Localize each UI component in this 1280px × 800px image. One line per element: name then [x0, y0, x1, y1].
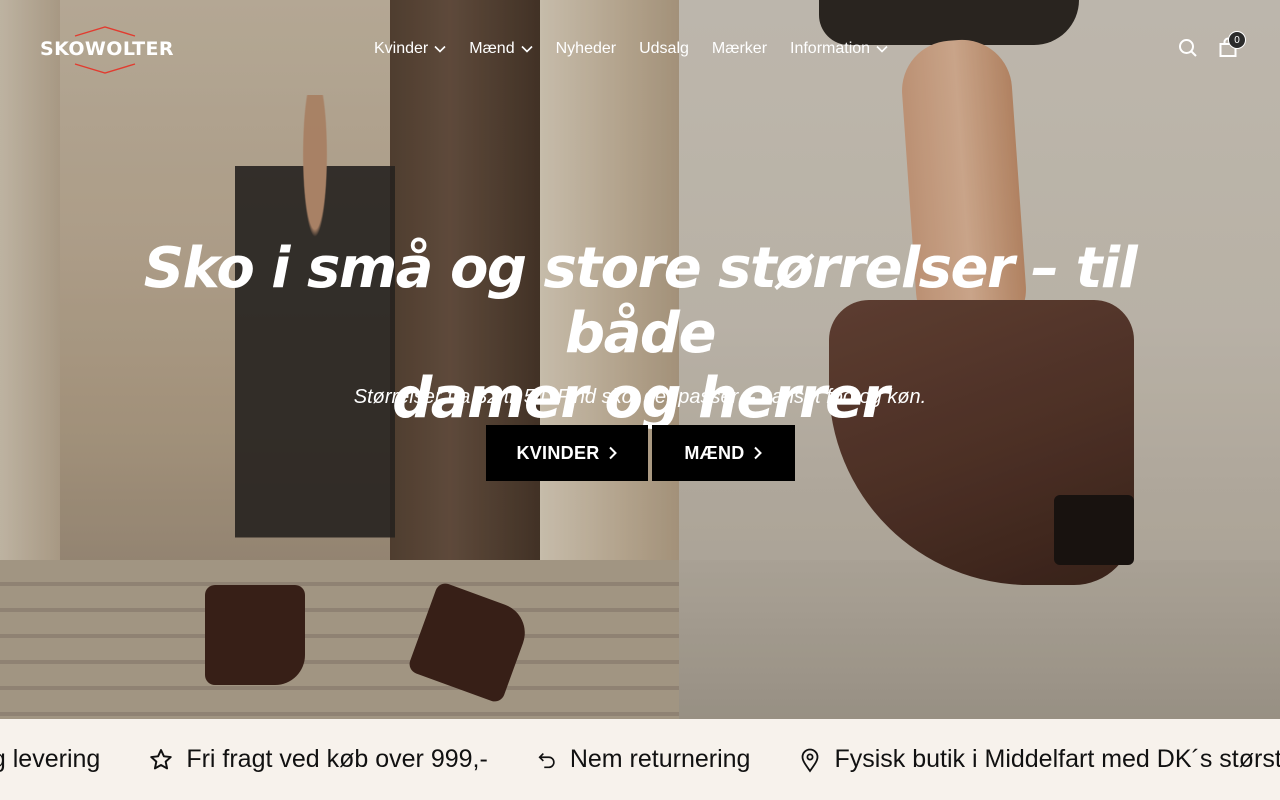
nav-item-label: Mærker — [711, 40, 768, 57]
location-pin-icon — [802, 748, 819, 773]
cart-count-badge: 0 — [1228, 31, 1246, 49]
cart-button[interactable]: 0 — [1216, 31, 1246, 60]
women-button-label: KVINDER — [516, 442, 600, 463]
nav-item-information[interactable]: Information — [790, 38, 888, 60]
hero-cta-group: KVINDER MÆND — [486, 425, 795, 481]
nav-item-label: Nyheder — [555, 40, 617, 57]
hero-subtitle: Størrelser fra 32 til 54. Find sko, der … — [353, 386, 927, 408]
nav-item-kvinder[interactable]: Kvinder — [374, 38, 446, 60]
chevron-right-icon — [753, 446, 762, 460]
hero-title-line1: Sko i små og store størrelser – til både — [143, 236, 1138, 366]
search-button[interactable] — [1176, 36, 1200, 60]
usp-item: Fri fragt ved køb over 999,- — [148, 745, 488, 774]
usp-item-label: Fri fragt ved køb over 999,- — [186, 745, 488, 773]
men-button-label: MÆND — [684, 442, 745, 463]
chevron-down-icon — [876, 45, 888, 53]
search-icon — [1179, 39, 1197, 57]
usp-item: ag levering — [0, 745, 100, 774]
nav-item-nyheder[interactable]: Nyheder — [556, 38, 616, 60]
chevron-down-icon — [434, 45, 446, 53]
nav-item-maend[interactable]: Mænd — [469, 38, 533, 60]
hero-banner: Sko i små og store størrelser – til både… — [0, 0, 1280, 719]
logo[interactable]: SKOWOLTER — [40, 26, 180, 76]
men-button[interactable]: MÆND — [652, 425, 795, 481]
usp-item: Nem returnering — [536, 745, 751, 774]
logo-text: SKOWOLTER — [40, 38, 174, 60]
nav-item-label: Information — [790, 40, 871, 57]
usp-item-label: Fysisk butik i Middelfart med DK´s størs… — [834, 745, 1280, 773]
chevron-right-icon — [608, 446, 617, 460]
nav-item-label: Kvinder — [374, 40, 429, 57]
nav-item-maerker[interactable]: Mærker — [712, 38, 767, 60]
return-icon — [538, 752, 555, 768]
chevron-down-icon — [521, 45, 533, 53]
star-icon — [150, 748, 173, 769]
women-button[interactable]: KVINDER — [486, 425, 648, 481]
usp-item-label: Nem returnering — [569, 745, 751, 773]
nav-item-udsalg[interactable]: Udsalg — [639, 38, 689, 60]
header-actions: 0 — [1176, 31, 1246, 60]
main-nav: Kvinder Mænd Nyheder Udsalg Mærker Infor… — [374, 38, 911, 60]
usp-item: Fysisk butik i Middelfart med DK´s størs… — [798, 745, 1280, 774]
usp-item-label: ag levering — [0, 745, 101, 773]
nav-item-label: Udsalg — [639, 40, 689, 57]
usp-track: ag levering Fri fragt ved køb over 999,-… — [0, 719, 1280, 800]
usp-bar: ag levering Fri fragt ved køb over 999,-… — [0, 719, 1280, 800]
site-header: SKOWOLTER Kvinder Mænd Nyheder Udsalg Mæ… — [0, 0, 1280, 100]
nav-item-label: Mænd — [469, 40, 515, 57]
